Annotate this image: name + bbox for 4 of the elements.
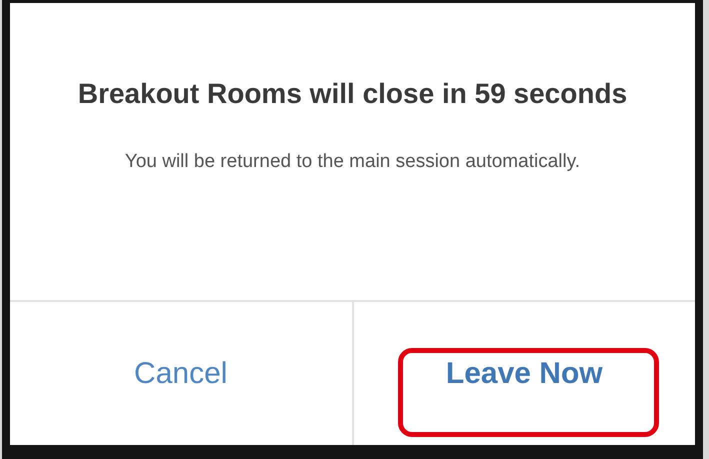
dialog-message: You will be returned to the main session automatically. (124, 150, 582, 174)
cancel-button[interactable]: Cancel (124, 350, 238, 396)
dialog-title: Breakout Rooms will close in 59 seconds (76, 77, 628, 111)
leave-button[interactable]: Leave Now (436, 350, 613, 396)
